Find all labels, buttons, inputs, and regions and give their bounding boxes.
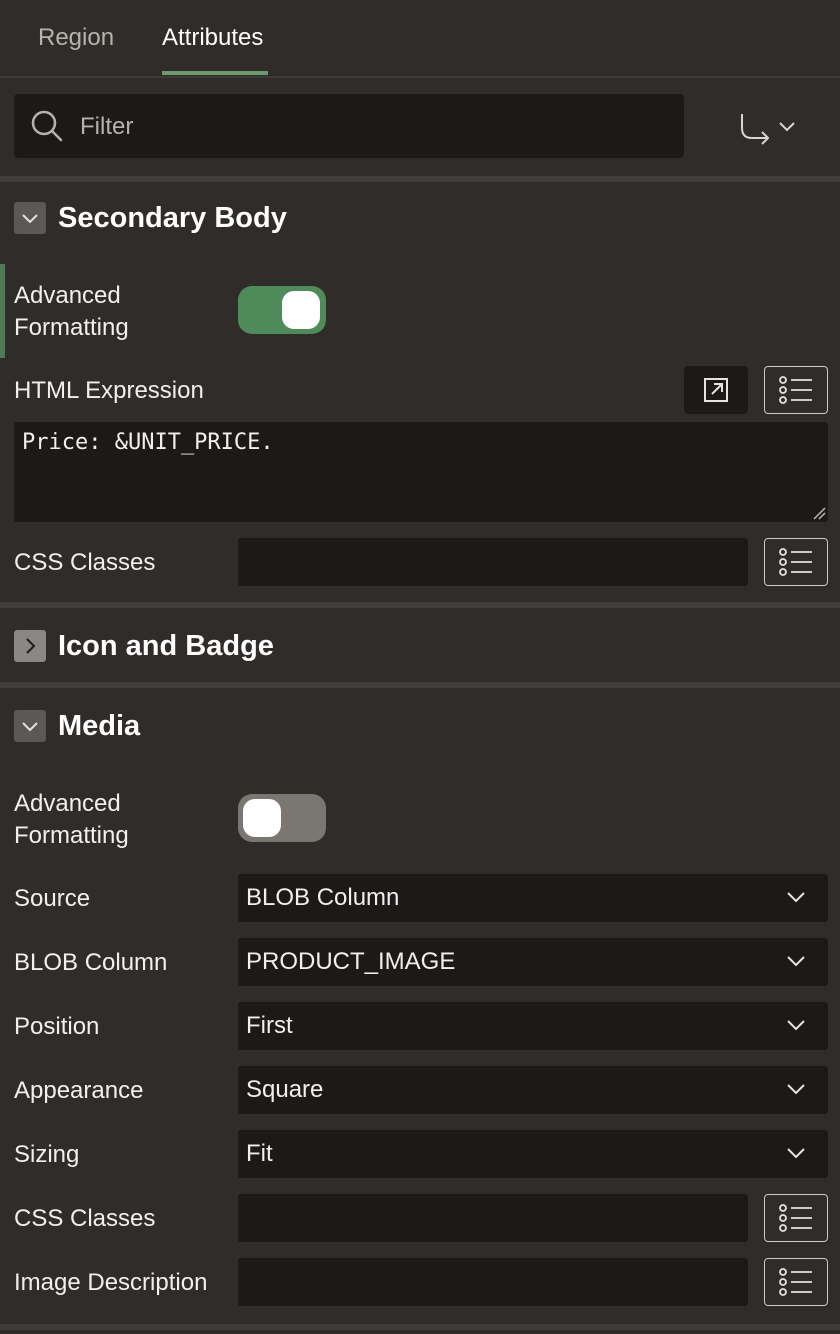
position-value: First [246, 1012, 293, 1039]
blob-column-label: BLOB Column [14, 949, 168, 976]
divider [0, 682, 840, 688]
source-label: Source [14, 885, 91, 912]
sizing-select[interactable]: Fit [238, 1130, 828, 1178]
advanced-formatting-label: Advanced Formatting [14, 282, 129, 341]
image-description-list-button[interactable] [764, 1258, 828, 1306]
active-tab-indicator [162, 71, 268, 75]
html-expression-value: Price: &UNIT_PRICE. [22, 430, 274, 455]
divider [0, 1324, 840, 1330]
chevron-down-icon [787, 1020, 805, 1031]
source-value: BLOB Column [246, 884, 400, 911]
collapse-toggle[interactable] [14, 202, 46, 234]
css-classes-input[interactable] [238, 538, 748, 586]
section-title: Media [58, 710, 141, 742]
sizing-value: Fit [246, 1140, 273, 1167]
sizing-label: Sizing [14, 1141, 80, 1168]
source-select[interactable]: BLOB Column [238, 874, 828, 922]
css-classes-list-button[interactable] [764, 538, 828, 586]
chevron-down-icon [787, 892, 805, 903]
chevron-down-icon [22, 722, 38, 732]
chevron-down-icon [787, 956, 805, 967]
chevron-down-icon [787, 1148, 805, 1159]
tab-attributes[interactable]: Attributes [162, 24, 263, 52]
chevron-down-icon [778, 120, 796, 138]
collapse-toggle[interactable] [14, 710, 46, 742]
html-expression-list-button[interactable] [764, 366, 828, 414]
section-title: Icon and Badge [58, 630, 274, 662]
expand-toggle[interactable] [14, 630, 46, 662]
css-classes-label: CSS Classes [14, 1205, 156, 1232]
appearance-value: Square [246, 1076, 324, 1103]
divider [0, 602, 840, 608]
go-to-group-button[interactable] [738, 108, 802, 148]
blob-column-value: PRODUCT_IMAGE [246, 948, 456, 975]
html-expression-textarea[interactable]: Price: &UNIT_PRICE. [14, 422, 828, 522]
image-description-label: Image Description [14, 1269, 208, 1296]
section-secondary-body-header[interactable]: Secondary Body [14, 198, 814, 238]
list-icon [779, 548, 812, 576]
current-item-indicator [0, 264, 5, 358]
advanced-formatting-switch[interactable] [238, 286, 326, 334]
list-icon [779, 1268, 812, 1296]
section-icon-and-badge-header[interactable]: Icon and Badge [14, 626, 814, 666]
chevron-down-icon [787, 1084, 805, 1095]
html-expression-label: HTML Expression [14, 377, 204, 404]
search-icon [30, 109, 64, 148]
css-classes-input[interactable] [238, 1194, 748, 1242]
section-title: Secondary Body [58, 202, 287, 234]
code-editor-button[interactable] [684, 366, 748, 414]
appearance-select[interactable]: Square [238, 1066, 828, 1114]
css-classes-list-button[interactable] [764, 1194, 828, 1242]
section-media-header[interactable]: Media [14, 706, 814, 746]
list-icon [779, 376, 812, 404]
switch-knob [243, 799, 281, 837]
switch-knob [282, 291, 320, 329]
advanced-formatting-switch[interactable] [238, 794, 326, 842]
appearance-label: Appearance [14, 1077, 144, 1104]
tab-bar: Region Attributes [0, 0, 840, 78]
advanced-formatting-label: Advanced Formatting [14, 790, 129, 849]
tab-region[interactable]: Region [38, 24, 114, 52]
expand-icon [704, 378, 728, 402]
position-label: Position [14, 1013, 100, 1040]
image-description-input[interactable] [238, 1258, 748, 1306]
list-icon [779, 1204, 812, 1232]
divider [0, 176, 840, 182]
position-select[interactable]: First [238, 1002, 828, 1050]
filter-input[interactable] [78, 94, 672, 160]
chevron-right-icon [26, 638, 36, 654]
blob-column-select[interactable]: PRODUCT_IMAGE [238, 938, 828, 986]
chevron-down-icon [22, 214, 38, 224]
css-classes-label: CSS Classes [14, 549, 156, 576]
resize-grip-icon[interactable] [812, 506, 826, 520]
filter-box [14, 94, 684, 160]
